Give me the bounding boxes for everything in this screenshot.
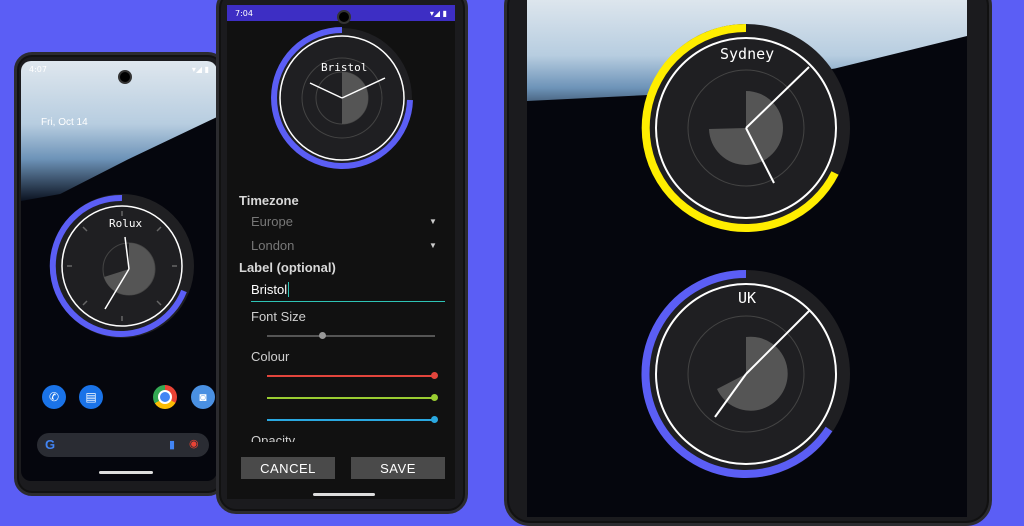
colour-red-thumb[interactable] — [431, 372, 438, 379]
colour-green-slider[interactable] — [267, 397, 435, 399]
chrome-icon[interactable] — [153, 385, 177, 409]
phone-middle: 7:04 ▾◢ ▮ Bristol Timezone Europe ▼ Lond… — [216, 0, 468, 514]
region-dropdown[interactable]: Europe — [251, 214, 293, 229]
status-time: 7:04 — [235, 8, 253, 18]
widget-label: Rolux — [109, 217, 143, 230]
font-size-slider-thumb[interactable] — [319, 332, 326, 339]
font-size-label: Font Size — [251, 309, 306, 324]
config-screen: 7:04 ▾◢ ▮ Bristol Timezone Europe ▼ Lond… — [227, 5, 455, 499]
front-camera — [118, 70, 132, 84]
messages-icon[interactable]: ▤ — [79, 385, 103, 409]
colour-red-slider[interactable] — [267, 375, 435, 377]
label-input[interactable]: Bristol — [251, 281, 445, 302]
phone-right: Sydney UK — [504, 0, 992, 526]
search-bar[interactable]: G ▮ ◉ — [37, 433, 209, 457]
status-icons: ▾◢ ▮ — [191, 64, 209, 74]
chevron-down-icon[interactable]: ▼ — [429, 217, 437, 226]
home-indicator — [313, 493, 375, 496]
phone-left: 4:07 ▾◢ ▮ Fri, Oct 14 Rolux ✆ ▤ ◙ G ▮ ◉ — [14, 52, 226, 496]
preview-clock — [271, 27, 413, 169]
cancel-button[interactable]: CANCEL — [241, 457, 335, 479]
save-button[interactable]: SAVE — [351, 457, 445, 479]
chevron-down-icon[interactable]: ▼ — [429, 241, 437, 250]
colour-green-thumb[interactable] — [431, 394, 438, 401]
label-input-value: Bristol — [251, 282, 290, 297]
google-g-icon: G — [45, 437, 56, 452]
city-dropdown[interactable]: London — [251, 238, 294, 253]
wallpaper — [21, 61, 217, 201]
camera-icon[interactable]: ◙ — [191, 385, 215, 409]
mic-icon[interactable]: ▮ — [169, 438, 175, 451]
status-icons: ▾◢ ▮ — [429, 8, 447, 18]
home-screen: 4:07 ▾◢ ▮ Fri, Oct 14 Rolux ✆ ▤ ◙ G ▮ ◉ — [21, 61, 217, 481]
home-indicator — [99, 471, 153, 474]
status-time: 4:07 — [29, 64, 47, 74]
preview-label: Bristol — [321, 61, 368, 74]
timezone-header: Timezone — [239, 193, 299, 208]
colour-label: Colour — [251, 349, 290, 364]
phone-icon[interactable]: ✆ — [42, 385, 66, 409]
sydney-label: Sydney — [720, 45, 775, 63]
uk-label: UK — [738, 289, 757, 307]
clock-widget[interactable] — [47, 191, 197, 341]
opacity-label: Opacity — [251, 433, 296, 442]
colour-blue-thumb[interactable] — [431, 416, 438, 423]
promo-canvas: { "phone_left": { "status": {"time": "4:… — [0, 0, 1024, 526]
home-screen-large: Sydney UK — [527, 0, 967, 517]
lens-icon[interactable]: ◉ — [189, 437, 199, 450]
colour-blue-slider[interactable] — [267, 419, 435, 421]
date-text[interactable]: Fri, Oct 14 — [41, 117, 88, 128]
font-size-slider[interactable] — [267, 335, 435, 337]
label-header: Label (optional) — [239, 260, 336, 275]
front-camera — [337, 10, 351, 24]
